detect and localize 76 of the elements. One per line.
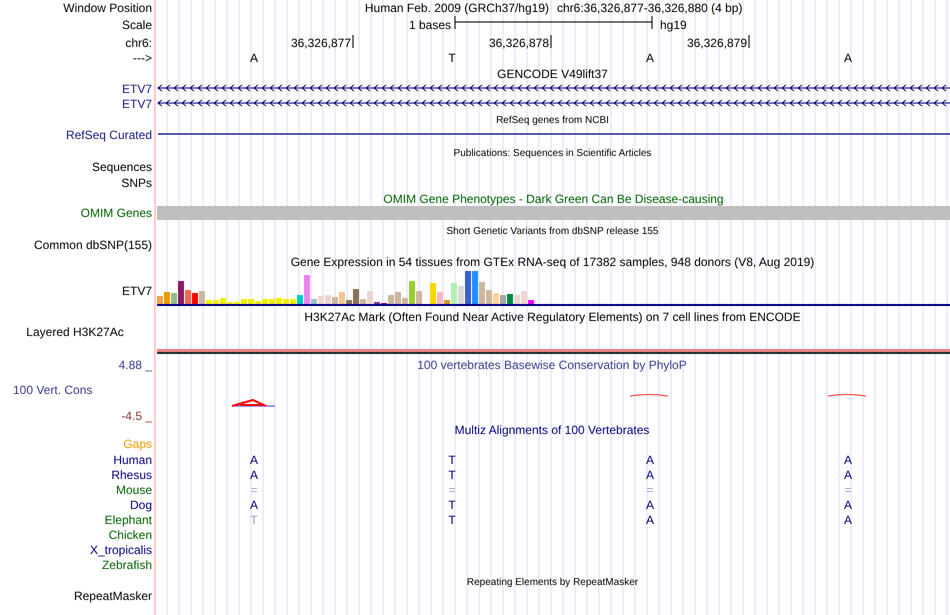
species-label[interactable]: Chicken bbox=[108, 528, 152, 542]
species-label[interactable]: Elephant bbox=[104, 513, 152, 527]
base-letter: A bbox=[250, 51, 258, 65]
base-letter: A bbox=[844, 468, 852, 482]
tick-mark bbox=[550, 34, 552, 48]
track-title: GENCODE V49lift37 bbox=[497, 67, 608, 81]
track-title: Publications: Sequences in Scientific Articles bbox=[454, 148, 652, 159]
base-letter: A bbox=[844, 51, 852, 65]
base-letter: = bbox=[844, 483, 852, 497]
track-label: Window Position bbox=[63, 1, 152, 15]
gene-line[interactable] bbox=[158, 133, 950, 135]
track-label: chr6: bbox=[125, 36, 152, 50]
base-letter: T bbox=[448, 513, 456, 527]
species-label[interactable]: Mouse bbox=[116, 483, 152, 497]
base-letter: T bbox=[448, 468, 456, 482]
track-label[interactable]: OMIM Genes bbox=[80, 206, 152, 220]
track-label[interactable]: SNPs bbox=[121, 176, 152, 190]
track-label[interactable]: Layered H3K27Ac bbox=[26, 325, 124, 339]
tick-mark bbox=[352, 34, 354, 48]
track-title: H3K27Ac Mark (Often Found Near Active Regulatory Elements) on 7 cell lines from ENCODE bbox=[304, 310, 801, 324]
track-label[interactable]: RepeatMasker bbox=[74, 589, 152, 603]
base-letter: T bbox=[250, 513, 258, 527]
track-label[interactable]: Common dbSNP(155) bbox=[34, 238, 152, 252]
scale-text: 1 bases bbox=[408, 18, 451, 32]
conservation-curve-drawing bbox=[828, 394, 866, 396]
axis-min-label: -4.5 _ bbox=[121, 409, 152, 423]
coordinate-label: 36,326,877 bbox=[290, 36, 351, 50]
base-letter: A bbox=[646, 51, 654, 65]
base-letter: A bbox=[250, 468, 258, 482]
track-title: 100 vertebrates Basewise Conservation by PhyloP bbox=[417, 358, 687, 372]
assembly-title: Human Feb. 2009 (GRCh37/hg19) bbox=[364, 1, 549, 15]
base-letter: = bbox=[448, 483, 456, 497]
base-letter: = bbox=[250, 483, 258, 497]
base-letter: A bbox=[844, 513, 852, 527]
base-letter: A bbox=[250, 498, 258, 512]
base-letter: A bbox=[646, 468, 654, 482]
tick-mark bbox=[748, 34, 750, 48]
track-label[interactable]: 100 Vert. Cons bbox=[13, 383, 92, 397]
track-title: Gene Expression in 54 tissues from GTEx RNA-seq of 17382 samples, 948 donors (V8, Aug 2019) bbox=[290, 255, 814, 269]
base-letter: A bbox=[844, 498, 852, 512]
track-label[interactable]: Sequences bbox=[92, 160, 152, 174]
conservation-peak-drawing bbox=[231, 398, 276, 407]
expression-bars-drawing[interactable] bbox=[157, 271, 534, 304]
species-label[interactable]: Zebrafish bbox=[102, 558, 152, 572]
track-label: Scale bbox=[122, 18, 152, 32]
base-letter: A bbox=[646, 498, 654, 512]
track-title: Multiz Alignments of 100 Vertebrates bbox=[454, 423, 650, 437]
track-label[interactable]: RefSeq Curated bbox=[66, 128, 152, 142]
gene-strand-drawing[interactable] bbox=[157, 100, 950, 106]
scale-assembly: hg19 bbox=[660, 18, 687, 32]
base-letter: A bbox=[844, 453, 852, 467]
base-letter: A bbox=[646, 453, 654, 467]
base-letter: T bbox=[448, 453, 456, 467]
species-label[interactable]: X_tropicalis bbox=[90, 543, 152, 557]
track-title: Short Genetic Variants from dbSNP release 155 bbox=[446, 226, 658, 237]
strand-label: ---> bbox=[133, 51, 152, 65]
gene-strand-drawing[interactable] bbox=[157, 84, 950, 92]
track-label[interactable]: ETV7 bbox=[122, 82, 152, 96]
species-label[interactable]: Rhesus bbox=[111, 468, 152, 482]
coordinate-label: 36,326,878 bbox=[488, 36, 549, 50]
species-label[interactable]: Dog bbox=[130, 498, 152, 512]
base-letter: A bbox=[646, 513, 654, 527]
base-letter: T bbox=[448, 51, 456, 65]
track-label[interactable]: ETV7 bbox=[122, 97, 152, 111]
coordinate-label: 36,326,879 bbox=[686, 36, 747, 50]
axis-max-label: 4.88 _ bbox=[118, 358, 152, 372]
track-title: Repeating Elements by RepeatMasker bbox=[466, 577, 638, 588]
species-label[interactable]: Human bbox=[113, 453, 152, 467]
conservation-curve-drawing bbox=[630, 394, 668, 396]
base-letter: = bbox=[646, 483, 654, 497]
track-label[interactable]: ETV7 bbox=[122, 284, 152, 298]
track-title: RefSeq genes from NCBI bbox=[496, 115, 609, 126]
base-letter: A bbox=[250, 453, 258, 467]
base-letter: T bbox=[448, 498, 456, 512]
position-text: chr6:36,326,877-36,326,880 (4 bp) bbox=[557, 1, 742, 15]
track-title: OMIM Gene Phenotypes - Dark Green Can Be Disease-causing bbox=[383, 192, 724, 206]
